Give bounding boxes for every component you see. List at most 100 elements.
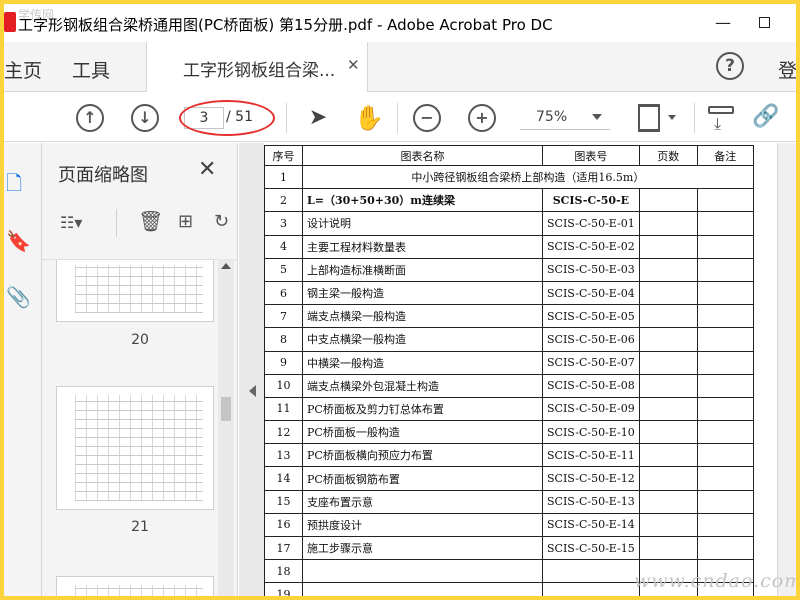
tab-home[interactable]: 主页 <box>4 56 42 83</box>
drawing-name: PC桥面板钢筋布置 <box>302 466 543 491</box>
page-count-cell <box>638 257 698 282</box>
trash-icon[interactable]: 🗑 <box>138 209 163 233</box>
drawing-index-table: 序号 图表名称 图表号 页数 备注 1 中小跨径钢板组合梁桥上部构造（适用16.… <box>264 145 754 596</box>
drawing-code: SCIS-C-50-E-15 <box>542 535 640 561</box>
tab-tools[interactable]: 工具 <box>72 56 110 83</box>
zoom-in-icon[interactable]: + <box>468 104 496 132</box>
page-count-cell <box>638 396 698 422</box>
chevron-down-icon <box>592 114 602 120</box>
drawing-code: SCIS-C-50-E-10 <box>542 420 640 445</box>
row-number: 18 <box>264 559 303 584</box>
drawing-name: 中横梁一般构造 <box>302 350 543 375</box>
insert-page-icon[interactable]: ⊞ <box>178 211 193 232</box>
attachment-icon[interactable]: 📎 <box>6 285 31 309</box>
table-row: 15 支座布置示意 SCIS-C-50-E-13 <box>264 489 754 514</box>
table-row: 5 上部构造标准横断面 SCIS-C-50-E-03 <box>264 257 754 282</box>
scrollbar-thumb[interactable] <box>221 397 231 421</box>
drawing-name: 端支点横梁外包混凝土构造 <box>302 373 543 398</box>
page-count-cell <box>638 489 698 514</box>
table-row: 9 中横梁一般构造 SCIS-C-50-E-07 <box>264 350 754 375</box>
page-thumbnails-icon[interactable]: 🗋 <box>6 169 22 203</box>
row-number: 10 <box>264 373 303 398</box>
row-number: 13 <box>264 443 303 468</box>
table-row: 12 PC桥面板一般构造 SCIS-C-50-E-10 <box>264 420 754 445</box>
table-row: 13 PC桥面板横向预应力布置 SCIS-C-50-E-11 <box>264 443 754 468</box>
scroll-up-icon[interactable] <box>221 263 231 269</box>
drawing-code: SCIS-C-50-E <box>542 188 640 213</box>
page-count-cell <box>638 373 698 398</box>
page-count-cell <box>638 188 698 213</box>
page-count-cell <box>638 420 698 445</box>
chevron-down-icon <box>668 115 676 120</box>
fit-page-icon[interactable] <box>636 104 676 132</box>
page-count-cell <box>638 234 698 259</box>
drawing-name: 设计说明 <box>302 211 543 236</box>
close-tab-icon[interactable]: ✕ <box>347 56 360 74</box>
remark-cell <box>696 535 754 561</box>
toolbar-divider <box>286 103 287 133</box>
zoom-out-icon[interactable]: − <box>413 104 441 132</box>
minimize-button[interactable]: — <box>708 10 738 36</box>
thumbnail-scrollbar[interactable] <box>218 259 234 596</box>
read-mode-icon[interactable]: ⤓ <box>708 104 738 133</box>
help-icon[interactable]: ? <box>716 52 744 80</box>
hand-tool-icon[interactable]: ✋ <box>354 104 384 132</box>
maximize-button[interactable] <box>749 10 779 36</box>
collapse-panel-icon[interactable] <box>249 385 256 397</box>
drawing-code: SCIS-C-50-E-13 <box>542 489 640 514</box>
thumbnail-drawing <box>75 585 203 596</box>
drawing-name: 预拱度设计 <box>302 512 543 538</box>
remark-cell <box>696 396 754 422</box>
drawing-code: SCIS-C-50-E-04 <box>542 280 640 306</box>
next-page-icon[interactable]: ↓ <box>131 104 159 132</box>
page-thumbnail-20[interactable] <box>56 260 214 322</box>
thumbnail-panel: 页面缩略图 ✕ ☷▾ 🗑 ⊞ ↻ 20 21 <box>42 143 238 596</box>
row-number: 8 <box>264 327 303 352</box>
thumbnail-drawing <box>75 395 203 501</box>
toolbar-divider <box>397 103 398 133</box>
drawing-name: PC桥面板横向预应力布置 <box>302 443 543 468</box>
drawing-code <box>542 559 640 584</box>
red-annotation-ellipse <box>179 100 275 136</box>
remark-cell <box>696 373 754 398</box>
row-number: 17 <box>264 535 303 561</box>
row-number: 9 <box>264 350 303 375</box>
table-row: 17 施工步骤示意 SCIS-C-50-E-15 <box>264 535 754 561</box>
row-number: 3 <box>264 211 303 236</box>
drawing-name: 端支点横梁一般构造 <box>302 304 543 329</box>
maximize-icon <box>758 17 770 28</box>
thumbnail-drawing <box>75 265 203 313</box>
drawing-code: SCIS-C-50-E-09 <box>542 396 640 422</box>
remark-cell <box>696 304 754 329</box>
zoom-select[interactable]: 75% <box>520 106 610 130</box>
page-count-cell <box>638 280 698 306</box>
close-panel-icon[interactable]: ✕ <box>198 157 216 182</box>
acrobat-window: 学传网 工字形钢板组合梁桥通用图(PC桥面板) 第15分册.pdf - Adob… <box>4 4 796 596</box>
document-tab[interactable]: 工字形钢板组合梁... ✕ <box>146 42 368 92</box>
table-row: 14 PC桥面板钢筋布置 SCIS-C-50-E-12 <box>264 466 754 491</box>
row-number: 19 <box>264 582 303 596</box>
page-thumbnail-21[interactable] <box>56 386 214 510</box>
previous-page-icon[interactable]: ↑ <box>76 104 104 132</box>
drawing-name: 上部构造标准横断面 <box>302 257 543 282</box>
bookmark-icon[interactable]: 🔖 <box>6 229 31 253</box>
column-header: 图表名称 <box>302 145 543 166</box>
table-row: 2 L=（30+50+30）m连续梁 SCIS-C-50-E <box>264 188 754 213</box>
options-menu-icon[interactable]: ☷▾ <box>60 213 82 232</box>
login-button[interactable]: 登 <box>778 56 796 83</box>
document-scrollbar[interactable] <box>777 143 796 596</box>
watermark-bottom: www.cndao.com <box>634 570 796 592</box>
select-tool-icon[interactable]: ➤ <box>304 104 332 132</box>
table-row: 16 预拱度设计 SCIS-C-50-E-14 <box>264 512 754 538</box>
document-view: 序号 图表名称 图表号 页数 备注 1 中小跨径钢板组合梁桥上部构造（适用16.… <box>239 143 796 596</box>
left-nav-rail: 🗋 🔖 📎 <box>4 143 42 596</box>
link-icon[interactable]: 🔗 <box>752 104 780 132</box>
rotate-icon[interactable]: ↻ <box>214 211 229 232</box>
row-number: 2 <box>264 188 303 213</box>
remark-cell <box>696 350 754 375</box>
page-count-cell <box>638 327 698 352</box>
drawing-code: SCIS-C-50-E-03 <box>542 257 640 282</box>
page-thumbnail-22[interactable] <box>56 576 214 596</box>
main-toolbar: ↑ ↓ 3 / 51 ➤ ✋ − + 75% ⤓ 🔗 <box>4 92 796 142</box>
drawing-code <box>542 582 640 596</box>
